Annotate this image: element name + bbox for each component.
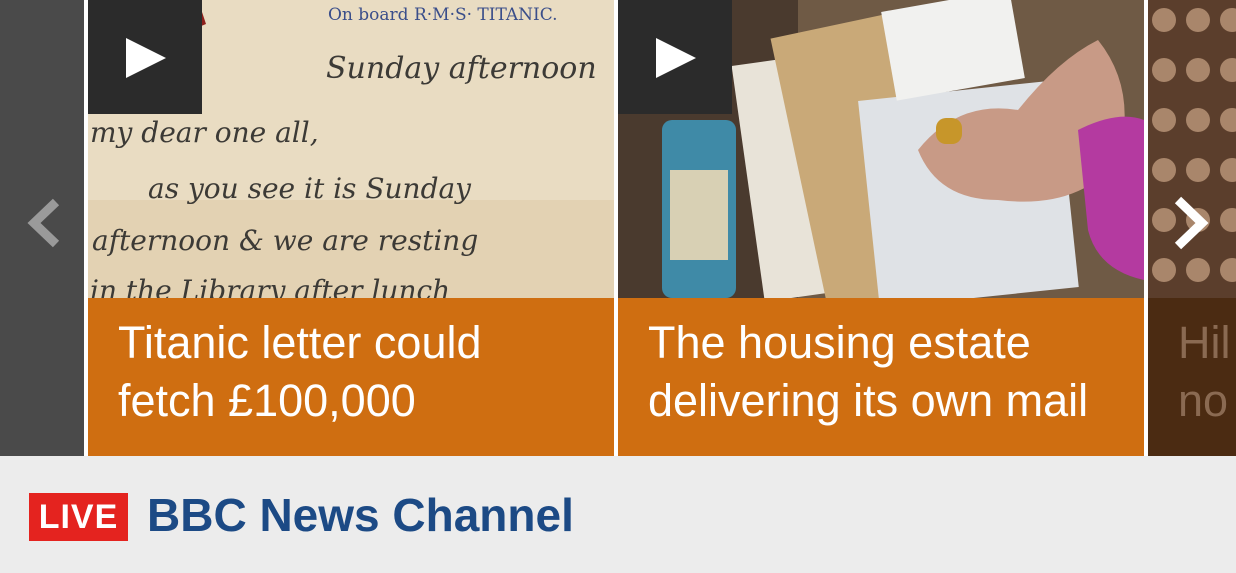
headline-line-2: delivering its own mail [648, 375, 1089, 426]
svg-text:my dear one all,: my dear one all, [90, 116, 319, 149]
card-headline[interactable]: Hil no [1148, 298, 1236, 456]
carousel-card-housing-estate[interactable]: The housing estate delivering its own ma… [618, 0, 1144, 456]
video-badge [618, 0, 732, 114]
card-thumbnail[interactable] [618, 0, 1144, 298]
card-thumbnail[interactable]: ★ On board R·M·S· TITANIC. Sunday aftern… [88, 0, 614, 298]
video-badge [88, 0, 202, 114]
video-carousel: ★ On board R·M·S· TITANIC. Sunday aftern… [0, 0, 1236, 456]
card-thumbnail[interactable] [1148, 0, 1236, 298]
card-headline[interactable]: The housing estate delivering its own ma… [618, 298, 1144, 456]
headline-line-1: Hil [1178, 317, 1231, 368]
svg-text:afternoon & we are resting: afternoon & we are resting [92, 224, 478, 257]
svg-text:in the Library after lunch: in the Library after lunch [90, 274, 450, 298]
headline-line-2: no [1178, 375, 1229, 426]
bbc-news-channel-link[interactable]: BBC News Channel [147, 488, 574, 542]
svg-text:as you see it is Sunday: as you see it is Sunday [148, 172, 472, 205]
letterhead-text: On board R·M·S· TITANIC. [328, 5, 558, 25]
headline-line-1: The housing estate [648, 317, 1031, 368]
play-icon [126, 38, 166, 78]
headline-line-1: Titanic letter could [118, 317, 482, 368]
live-badge: LIVE [29, 493, 128, 541]
card-headline[interactable]: Titanic letter could fetch £100,000 [88, 298, 614, 456]
carousel-card-titanic-letter[interactable]: ★ On board R·M·S· TITANIC. Sunday aftern… [88, 0, 614, 456]
play-icon [656, 38, 696, 78]
chevron-left-icon [27, 198, 60, 248]
headline-line-2: fetch £100,000 [118, 375, 416, 426]
carousel-previous-button[interactable] [0, 0, 84, 456]
chevron-right-icon[interactable] [1168, 196, 1212, 250]
svg-text:Sunday afternoon: Sunday afternoon [326, 51, 597, 86]
